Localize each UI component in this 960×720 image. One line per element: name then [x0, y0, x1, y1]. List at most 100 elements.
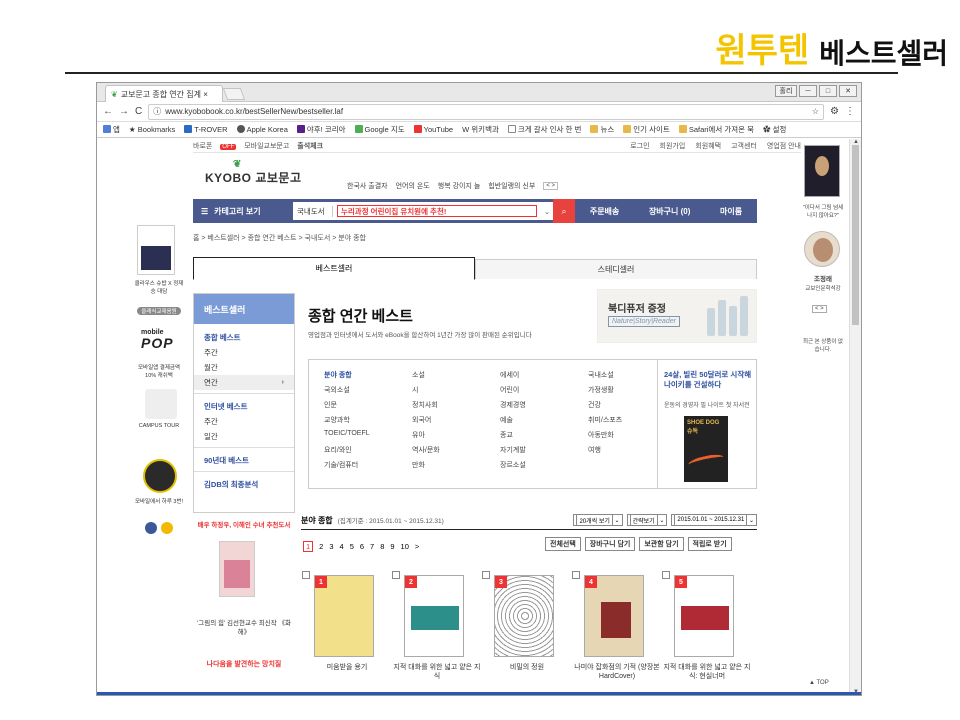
attendance-link[interactable]: 출석체크 — [297, 143, 323, 150]
category-link[interactable]: 만화 — [412, 460, 500, 470]
close-button[interactable]: ✕ — [839, 85, 857, 97]
category-link[interactable]: 외국어 — [412, 415, 500, 425]
back-icon[interactable]: ← — [103, 106, 113, 117]
off-badge[interactable]: OFF — [220, 143, 237, 150]
kakao-icon[interactable] — [161, 522, 173, 534]
profile-button[interactable]: 홀리 — [775, 85, 797, 97]
left-promo-caption[interactable]: 클라우스 슈밥 X 정재승 대담 — [133, 279, 185, 295]
book-cover[interactable]: 2 — [404, 575, 464, 657]
cart-link[interactable]: 장바구니 (0) — [649, 206, 690, 217]
next-page-button[interactable]: > — [415, 542, 419, 551]
facebook-icon[interactable] — [145, 522, 157, 534]
page-number[interactable]: 1 — [303, 541, 314, 552]
category-link[interactable]: 기술/컴퓨터 — [324, 460, 412, 470]
side-group-total[interactable]: 종합 베스트 — [194, 328, 294, 345]
top-button[interactable]: ▲ TOP — [809, 680, 829, 686]
shoe-dog-book-cover[interactable]: SHOE DOG 슈독 — [684, 416, 728, 482]
baro-link[interactable]: 바로폰 — [193, 143, 212, 150]
campus-tour-label[interactable]: CAMPUS TOUR — [133, 423, 185, 429]
kyobo-logo[interactable]: ❦ KYOBO 교보문고 — [205, 159, 302, 186]
left-promo-head2[interactable]: 나다움을 발견하는 망치질 — [193, 659, 295, 669]
book-title[interactable]: 미움받을 용기 — [302, 663, 392, 672]
view-mode-select[interactable]: 간략보기 ⌄ — [626, 514, 668, 526]
scrollbar[interactable]: ▲ ▼ — [849, 139, 861, 695]
signup-link[interactable]: 회원가입 — [660, 141, 686, 151]
category-link[interactable]: 종교 — [500, 430, 588, 440]
chevron-down-icon[interactable]: ⌄ — [541, 207, 553, 216]
mobile-link[interactable]: 모바일교보문고 — [244, 143, 289, 150]
category-link[interactable]: 분야 종합 — [324, 370, 412, 380]
myroom-link[interactable]: 마이룸 — [720, 206, 742, 217]
page-number[interactable]: 6 — [360, 542, 364, 551]
book-cover[interactable]: 3 — [494, 575, 554, 657]
category-link[interactable]: 소설 — [412, 370, 500, 380]
promo-book-cover[interactable] — [219, 541, 255, 597]
add-cart-button[interactable]: 장바구니 담기 — [584, 537, 636, 551]
book-checkbox[interactable] — [302, 571, 310, 579]
browser-tab[interactable]: ❦ 교보문고 종합 연간 집계 × — [105, 85, 223, 102]
side-item-internet-weekly[interactable]: 주간 — [194, 414, 294, 429]
extension-icon[interactable]: ⚙ — [830, 106, 839, 117]
order-link[interactable]: 주문배송 — [590, 206, 619, 217]
page-number[interactable]: 9 — [390, 542, 394, 551]
tab-bestseller[interactable]: 베스트셀러 — [193, 257, 475, 280]
bookmark-google-maps[interactable]: Google 지도 — [354, 124, 405, 135]
painting-image[interactable] — [804, 145, 840, 197]
category-link[interactable]: 어린이 — [500, 385, 588, 395]
maximize-button[interactable]: □ — [819, 85, 837, 97]
bookmark-popular[interactable]: 인기 사이트 — [623, 124, 670, 135]
category-link[interactable]: 장르소설 — [500, 460, 588, 470]
side-group-90s[interactable]: 90년대 베스트 — [194, 451, 294, 468]
page-number[interactable]: 3 — [329, 542, 333, 551]
select-all-button[interactable]: 전체선택 — [545, 537, 581, 551]
bookmark-safari[interactable]: Safari에서 가져온 북 — [678, 124, 754, 135]
category-link[interactable]: 경제경영 — [500, 400, 588, 410]
bookmark-page[interactable]: 크게 갈사 인사 한 번 — [507, 124, 581, 135]
tab-steadyseller[interactable]: 스테디셀러 — [475, 259, 757, 279]
author-photo[interactable] — [804, 231, 840, 267]
bookmark-trover[interactable]: T-ROVER — [184, 125, 228, 134]
menu-icon[interactable]: ⋮ — [845, 106, 855, 117]
campus-tour-icon[interactable] — [145, 389, 177, 419]
keyword-2[interactable]: 언어의 온도 — [396, 181, 430, 191]
book-cover[interactable]: 5 — [674, 575, 734, 657]
bookmark-apps[interactable]: 앱 — [103, 124, 120, 135]
mobile-badge-caption[interactable]: 모바일에서 하루 3번! — [133, 497, 185, 505]
keyword-3[interactable]: 행복 강이지 놀 — [438, 181, 481, 191]
bookmark-news[interactable]: 뉴스 — [590, 124, 614, 135]
page-number[interactable]: 10 — [401, 542, 409, 551]
book-checkbox[interactable] — [662, 571, 670, 579]
mobile-badge-icon[interactable] — [143, 459, 177, 493]
keyword-4[interactable]: 힙반일랭의 신부 — [488, 181, 535, 191]
mobile-pop-caption[interactable]: 모바일앱 결제금액 10% 캐쉬백 — [133, 363, 185, 379]
diffuser-banner[interactable]: 북디퓨저 증정 Nature|Story|Reader — [597, 289, 757, 343]
book-title[interactable]: 지적 대화를 위한 넓고 얕은 지식: 현실너머 — [662, 663, 752, 682]
search-input[interactable]: 누리과정 어린이집 유치원에 추천! — [337, 205, 537, 217]
add-wishlist-button[interactable]: 보관함 담기 — [639, 537, 684, 551]
store-link[interactable]: 영업점 안내 — [767, 141, 801, 151]
book-checkbox[interactable] — [392, 571, 400, 579]
side-group-kimdb[interactable]: 김DB의 최종분석 — [194, 475, 294, 492]
period-select[interactable]: 2015.01.01 ~ 2015.12.31 ⌄ — [671, 514, 757, 526]
page-number[interactable]: 8 — [380, 542, 384, 551]
book-cover[interactable]: 4 — [584, 575, 644, 657]
left-promo-book[interactable]: 배우 하정우, 이해인 수녀 추천도서 '그림의 힘' 김선현교수 최신작 《화… — [193, 519, 295, 654]
category-button[interactable]: ☰ 카테고리 보기 — [193, 206, 293, 217]
keyword-arrows[interactable]: < > — [543, 182, 558, 190]
page-number[interactable]: 4 — [340, 542, 344, 551]
star-icon[interactable]: ☆ — [812, 107, 819, 116]
url-field[interactable]: ⓘ www.kyobobook.co.kr/bestSellerNew/best… — [148, 103, 825, 120]
login-link[interactable]: 로그인 — [630, 141, 649, 151]
service-link[interactable]: 고객센터 — [731, 141, 757, 151]
category-link[interactable]: TOEIC/TOEFL — [324, 430, 412, 440]
search-scope-select[interactable]: 국내도서 — [293, 205, 333, 217]
side-item-monthly[interactable]: 월간 — [194, 360, 294, 375]
benefits-link[interactable]: 회원혜택 — [695, 141, 721, 151]
book-checkbox[interactable] — [482, 571, 490, 579]
page-number[interactable]: 2 — [319, 542, 323, 551]
book-title[interactable]: 나미야 잡화점의 기적 (양장본 HardCover) — [572, 663, 662, 682]
category-link[interactable]: 유아 — [412, 430, 500, 440]
category-link[interactable]: 역사/문화 — [412, 445, 500, 455]
right-pager[interactable]: < > — [812, 305, 827, 313]
category-link[interactable]: 인문 — [324, 400, 412, 410]
